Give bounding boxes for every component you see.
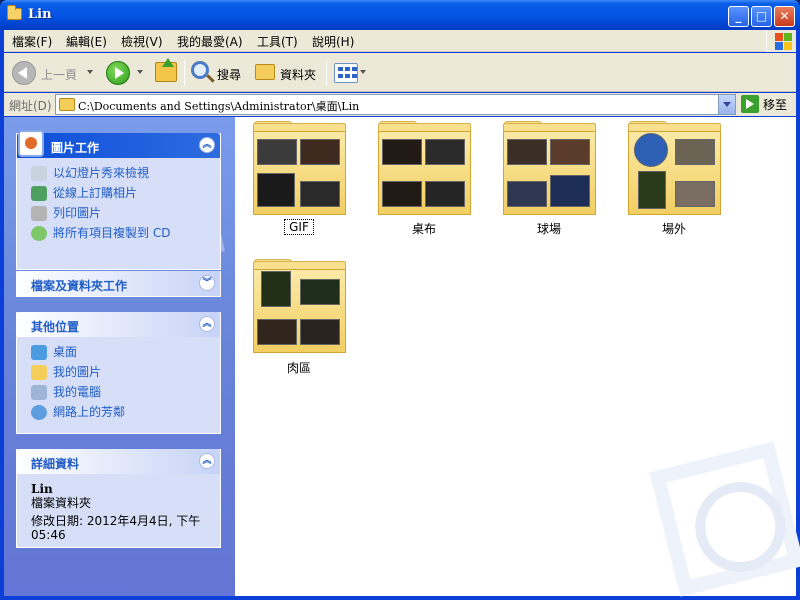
folder-label[interactable]: 場外 xyxy=(614,220,734,237)
views-dropdown-icon[interactable] xyxy=(360,70,366,74)
place-my-computer[interactable]: 我的電腦 xyxy=(27,383,220,403)
minimize-button[interactable]: _ xyxy=(728,6,749,27)
details-modified: 修改日期: 2012年4月4日, 下午 xyxy=(31,514,201,528)
title-bar[interactable]: Lin _ □ ✕ xyxy=(0,0,800,30)
printer-icon xyxy=(31,206,47,221)
search-icon[interactable] xyxy=(191,61,209,79)
explorer-window: Lin _ □ ✕ 檔案(F) 編輯(E) 檢視(V) 我的最愛(A) 工具(T… xyxy=(0,0,800,600)
panel-title: 其他位置 xyxy=(31,320,80,334)
panel-header[interactable]: 詳細資料 ︽ xyxy=(17,449,220,474)
views-icon[interactable] xyxy=(334,63,358,83)
address-label: 網址(D) xyxy=(9,99,52,113)
folder-label[interactable]: 肉區 xyxy=(239,359,359,376)
panel-title: 檔案及資料夾工作 xyxy=(31,279,128,293)
file-folder-tasks-panel: 檔案及資料夾工作 ︾ xyxy=(16,271,221,297)
forward-arrow-icon[interactable] xyxy=(106,61,130,85)
panel-header[interactable]: 圖片工作 ︽ xyxy=(17,130,220,158)
search-button-label[interactable]: 搜尋 xyxy=(217,66,241,83)
task-copy-to-cd[interactable]: 將所有項目複製到 CD xyxy=(27,224,220,244)
folder-thumbnail-gif[interactable] xyxy=(251,121,347,217)
address-value[interactable]: C:\Documents and Settings\Administrator\… xyxy=(78,98,359,114)
folder-up-icon[interactable] xyxy=(155,58,177,82)
file-view[interactable]: GIF 桌布 球場 場外 肉區 xyxy=(235,117,800,597)
toolbar: 上一頁 搜尋 資料夾 xyxy=(4,53,796,92)
details-modified-time: 05:46 xyxy=(31,528,66,542)
my-computer-icon xyxy=(31,385,47,400)
back-dropdown-icon[interactable] xyxy=(87,70,93,74)
folder-icon xyxy=(7,5,22,20)
place-network[interactable]: 網路上的芳鄰 xyxy=(27,403,220,423)
folder-thumbnail-meat-zone[interactable] xyxy=(251,259,347,355)
windows-logo-icon xyxy=(766,30,796,52)
toolbar-separator xyxy=(326,60,327,86)
task-order-prints[interactable]: 從線上訂購相片 xyxy=(27,184,220,204)
other-places-panel: 其他位置 ︽ 桌面 我的圖片 我的電腦 網路上的芳鄰 xyxy=(16,312,221,434)
details-name: Lin xyxy=(31,482,53,496)
folder-label[interactable]: 球場 xyxy=(489,220,609,237)
place-my-pictures[interactable]: 我的圖片 xyxy=(27,363,220,383)
address-bar: 網址(D) C:\Documents and Settings\Administ… xyxy=(4,93,796,116)
task-slideshow[interactable]: 以幻燈片秀來檢視 xyxy=(27,164,220,184)
panel-header[interactable]: 其他位置 ︽ xyxy=(17,312,220,337)
go-button-label[interactable]: 移至 xyxy=(763,96,787,113)
task-pane: 圖片工作 ︽ 以幻燈片秀來檢視 從線上訂購相片 列印圖片 將所有項目複製到 CD… xyxy=(4,117,235,596)
folder-label[interactable]: 桌布 xyxy=(364,220,484,237)
task-print[interactable]: 列印圖片 xyxy=(27,204,220,224)
menu-bar: 檔案(F) 編輯(E) 檢視(V) 我的最愛(A) 工具(T) 說明(H) xyxy=(4,30,796,52)
place-desktop[interactable]: 桌面 xyxy=(27,343,220,363)
expand-chevron-icon[interactable]: ︾ xyxy=(199,275,215,291)
folder-thumbnail-court[interactable] xyxy=(501,121,597,217)
desktop-icon xyxy=(31,345,47,360)
panel-title: 詳細資料 xyxy=(31,457,80,471)
collapse-chevron-icon[interactable]: ︽ xyxy=(199,137,215,153)
panel-title: 圖片工作 xyxy=(51,141,100,155)
details-panel: 詳細資料 ︽ Lin 檔案資料夾 修改日期: 2012年4月4日, 下午 05:… xyxy=(16,449,221,548)
menu-file[interactable]: 檔案(F) xyxy=(12,33,52,50)
menu-edit[interactable]: 編輯(E) xyxy=(66,33,107,50)
folder-thumbnail-offcourt[interactable] xyxy=(626,121,722,217)
menu-view[interactable]: 檢視(V) xyxy=(121,33,163,50)
folders-button-label[interactable]: 資料夾 xyxy=(280,66,316,83)
cd-icon xyxy=(31,226,47,241)
picture-watermark-icon xyxy=(649,441,800,597)
go-arrow-icon[interactable] xyxy=(741,95,759,113)
back-button-label[interactable]: 上一頁 xyxy=(41,66,77,83)
collapse-chevron-icon[interactable]: ︽ xyxy=(199,316,215,332)
forward-dropdown-icon[interactable] xyxy=(137,70,143,74)
window-title: Lin xyxy=(28,7,52,22)
menu-favorites[interactable]: 我的最愛(A) xyxy=(177,33,243,50)
details-type: 檔案資料夾 xyxy=(31,496,92,510)
toolbar-separator xyxy=(184,60,185,86)
network-icon xyxy=(31,405,47,420)
slideshow-icon xyxy=(31,166,47,181)
picture-tasks-icon xyxy=(18,130,44,157)
back-arrow-icon[interactable] xyxy=(12,61,36,85)
maximize-button[interactable]: □ xyxy=(751,6,772,27)
close-button[interactable]: ✕ xyxy=(774,6,795,27)
address-dropdown-icon[interactable] xyxy=(718,95,735,114)
order-prints-icon xyxy=(31,186,47,201)
address-input[interactable]: C:\Documents and Settings\Administrator\… xyxy=(55,94,736,115)
folder-icon xyxy=(59,98,75,111)
folder-label[interactable]: GIF xyxy=(284,219,314,235)
my-pictures-icon xyxy=(31,365,47,380)
panel-header[interactable]: 檔案及資料夾工作 ︾ xyxy=(17,271,220,296)
folder-thumbnail-wallpaper[interactable] xyxy=(376,121,472,217)
collapse-chevron-icon[interactable]: ︽ xyxy=(199,453,215,469)
menu-help[interactable]: 說明(H) xyxy=(312,33,354,50)
picture-tasks-panel: 圖片工作 ︽ 以幻燈片秀來檢視 從線上訂購相片 列印圖片 將所有項目複製到 CD xyxy=(16,130,221,270)
folders-icon[interactable] xyxy=(255,64,275,80)
menu-tools[interactable]: 工具(T) xyxy=(257,33,298,50)
